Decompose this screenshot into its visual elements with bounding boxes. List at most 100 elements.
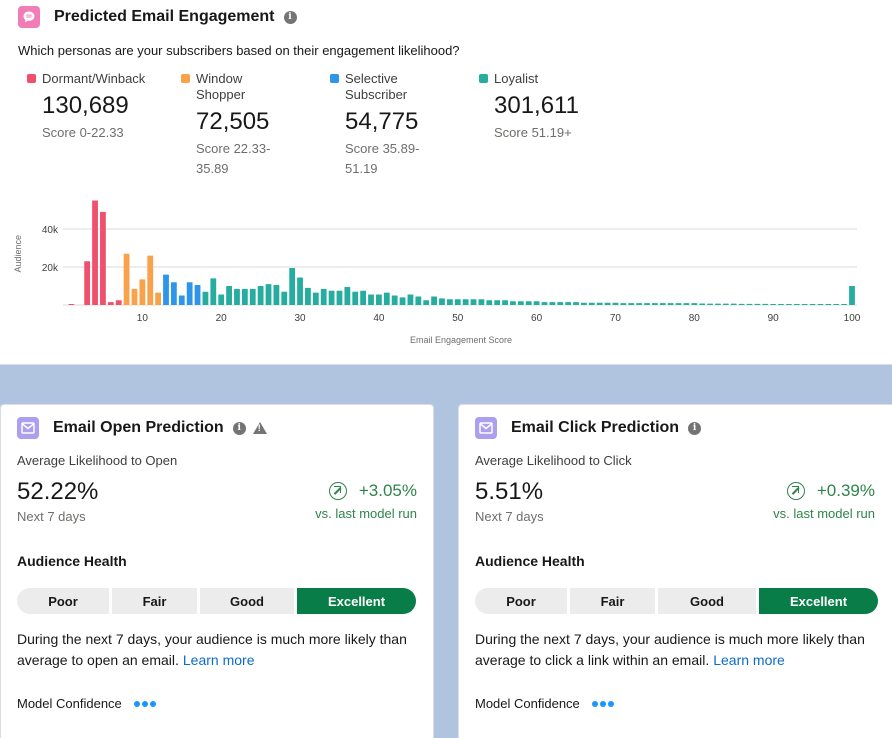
histogram-bar: [92, 200, 98, 305]
histogram-bar: [147, 255, 154, 305]
histogram-bar: [391, 295, 398, 305]
histogram-bar: [786, 304, 792, 305]
histogram-bar: [100, 211, 106, 305]
health-excellent[interactable]: Excellent: [759, 588, 878, 614]
histogram-bar: [305, 287, 311, 305]
histogram-bar: [683, 303, 690, 305]
histogram-bar: [730, 303, 737, 305]
histogram-bar: [178, 295, 185, 305]
histogram-bar: [833, 304, 840, 305]
info-icon[interactable]: i: [283, 10, 297, 24]
delta: +0.39%: [786, 481, 875, 501]
audience-health-title: Audience Health: [17, 553, 127, 569]
histogram-bar: [123, 253, 130, 305]
histogram-bar: [328, 290, 335, 305]
click-title: Email Click Prediction: [511, 419, 680, 436]
histogram-bar: [565, 302, 572, 305]
chat-bubble-icon: [18, 6, 40, 28]
health-fair[interactable]: Fair: [112, 588, 197, 614]
health-description: During the next 7 days, your audience is…: [475, 629, 890, 671]
persona-loyalist: Loyalist 301,611 Score 51.19+: [479, 71, 619, 143]
histogram-bar: [817, 304, 824, 305]
envelope-icon: [17, 417, 39, 439]
histogram-bar: [107, 302, 114, 305]
persona-range: Score 22.33-35.89: [196, 141, 271, 176]
histogram-bar: [383, 292, 390, 305]
histogram-bar: [265, 284, 272, 305]
info-icon[interactable]: i: [232, 421, 246, 435]
x-axis-label: Email Engagement Score: [410, 335, 512, 345]
histogram-bar: [131, 288, 138, 305]
histogram-bar: [557, 302, 564, 305]
persona-name: Dormant/Winback: [42, 71, 146, 86]
engagement-title: Predicted Email Engagement: [54, 8, 275, 25]
x-tick-label: 60: [531, 313, 543, 324]
learn-more-link[interactable]: Learn more: [713, 652, 785, 668]
y-tick-label: 40k: [42, 225, 59, 236]
histogram-bar: [336, 290, 343, 305]
persona-selective: Selective Subscriber 54,775 Score 35.89-…: [330, 71, 450, 179]
histogram-bar: [155, 292, 162, 305]
histogram-bar: [273, 285, 280, 305]
confidence-label: Model Confidence: [17, 696, 122, 711]
loyalist-swatch: [479, 74, 488, 83]
histogram-bar: [470, 299, 477, 305]
confidence-dots-icon: [133, 700, 158, 707]
histogram-bar: [297, 277, 303, 305]
selective-swatch: [330, 74, 339, 83]
histogram-bar: [399, 297, 406, 305]
open-title: Email Open Prediction: [53, 419, 224, 436]
health-good[interactable]: Good: [200, 588, 294, 614]
window-shopper-swatch: [181, 74, 190, 83]
trend-up-icon: [786, 482, 805, 500]
learn-more-link[interactable]: Learn more: [183, 652, 255, 668]
histogram-bar: [289, 267, 296, 305]
histogram-bar: [194, 285, 201, 305]
confidence-label: Model Confidence: [475, 696, 580, 711]
persona-count: 72,505: [196, 108, 270, 135]
histogram-bar: [738, 303, 745, 305]
health-poor[interactable]: Poor: [17, 588, 109, 614]
histogram-bar: [573, 302, 579, 305]
histogram-bar: [762, 303, 769, 305]
histogram-bar: [202, 291, 209, 305]
histogram-bar: [84, 261, 91, 305]
info-icon[interactable]: i: [688, 421, 702, 435]
histogram-bar: [699, 303, 706, 305]
histogram-bar: [691, 303, 698, 305]
persona-range: Score 35.89-51.19: [345, 141, 420, 176]
histogram-bar: [115, 300, 122, 305]
health-excellent[interactable]: Excellent: [297, 588, 416, 614]
click-header: Email Click Prediction i: [475, 417, 702, 439]
histogram-bar: [754, 303, 761, 305]
persona-count: 301,611: [494, 92, 579, 119]
histogram-bar: [707, 303, 713, 305]
delta-label: vs. last model run: [315, 506, 417, 521]
histogram-bar: [525, 301, 532, 305]
histogram-bar: [226, 286, 232, 305]
health-good[interactable]: Good: [658, 588, 756, 614]
engagement-subtitle: Which personas are your subscribers base…: [18, 43, 460, 58]
histogram-bar: [486, 300, 493, 305]
histogram-bar: [549, 302, 556, 305]
persona-name: Window Shopper: [196, 71, 246, 102]
histogram-bar: [533, 301, 540, 305]
histogram-bar: [241, 288, 248, 305]
histogram-bar: [841, 304, 848, 305]
metric-period: Next 7 days: [17, 509, 86, 524]
audience-health-bar: Poor Fair Good Excellent: [475, 588, 878, 614]
delta: +3.05%: [328, 481, 417, 501]
x-tick-label: 80: [689, 313, 701, 324]
histogram-bar: [139, 279, 146, 305]
histogram-bar: [368, 294, 374, 305]
histogram-bar: [257, 286, 264, 305]
health-fair[interactable]: Fair: [570, 588, 655, 614]
persona-count: 130,689: [42, 92, 129, 119]
health-poor[interactable]: Poor: [475, 588, 567, 614]
email-open-prediction-card: Email Open Prediction i Average Likeliho…: [0, 404, 434, 738]
y-axis-label: Audience: [13, 235, 23, 273]
histogram-bar: [667, 303, 674, 305]
warning-icon[interactable]: [252, 422, 267, 434]
histogram-bar: [801, 304, 808, 305]
histogram-bar: [722, 303, 729, 305]
